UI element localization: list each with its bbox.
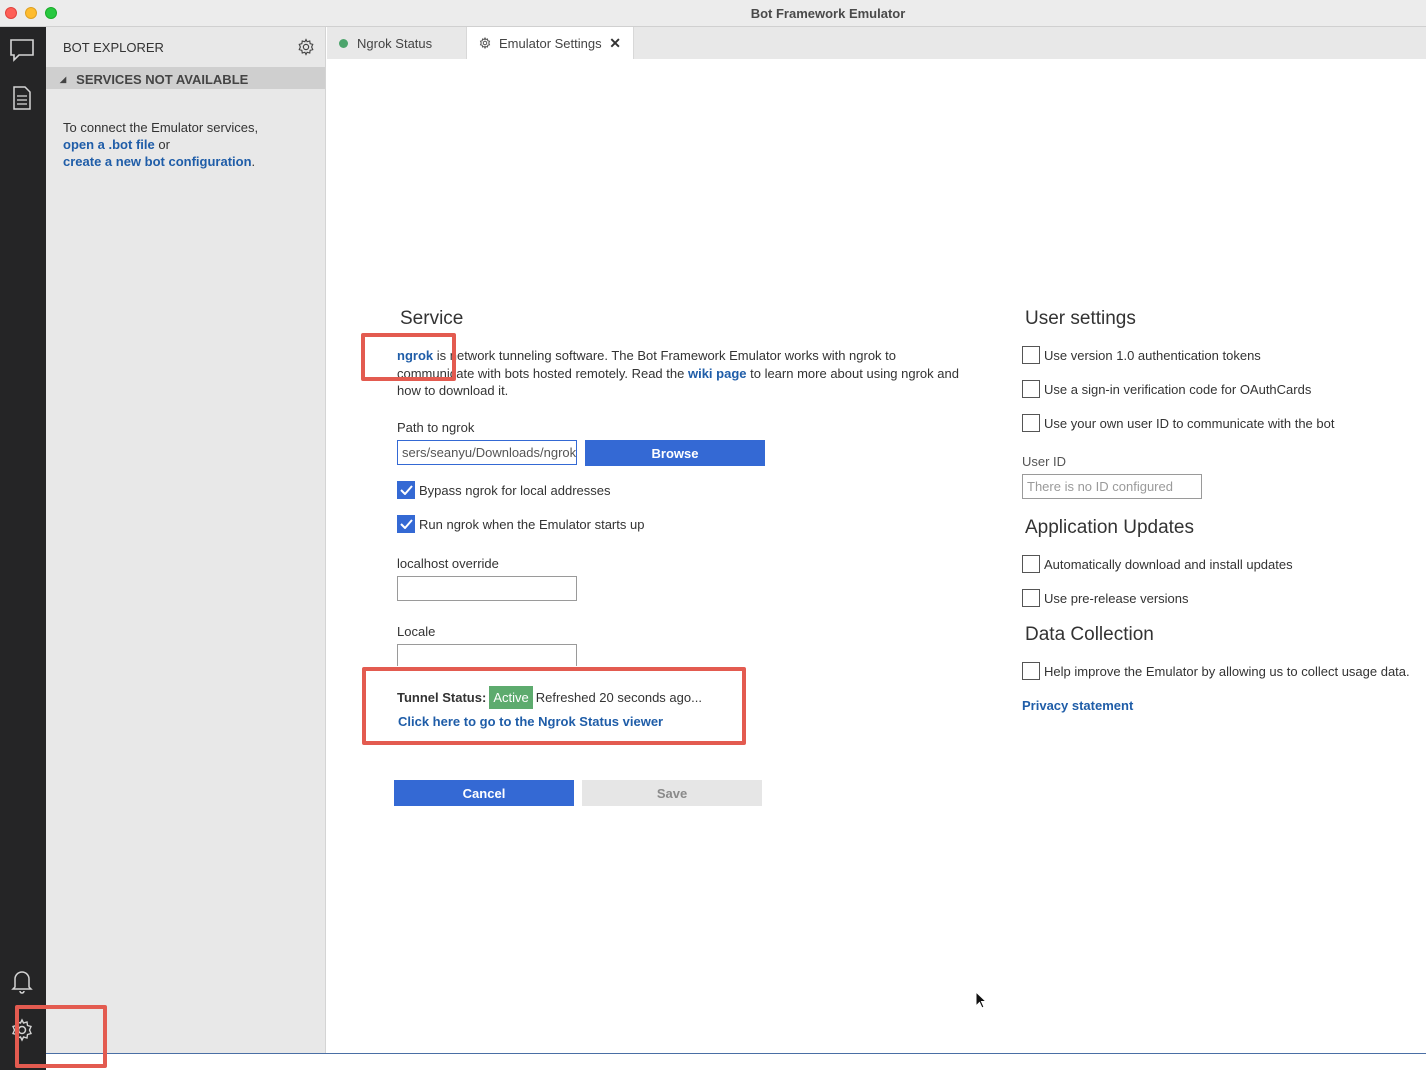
run-ngrok-checkbox[interactable]: Run ngrok when the Emulator starts up (397, 515, 644, 533)
tab-emulator-settings[interactable]: Emulator Settings ✕ (467, 27, 634, 59)
collapse-triangle-icon: ◢ (60, 75, 67, 84)
browse-button[interactable]: Browse (585, 440, 765, 466)
prerelease-label: Use pre-release versions (1044, 590, 1189, 606)
close-tab-icon[interactable]: ✕ (609, 35, 621, 52)
mouse-cursor-icon (975, 990, 988, 1014)
highlight-box-ngrok (361, 333, 456, 381)
checkbox-empty-icon (1022, 589, 1040, 607)
explorer-message: To connect the Emulator services, open a… (46, 89, 325, 170)
bypass-ngrok-checkbox[interactable]: Bypass ngrok for local addresses (397, 481, 610, 499)
run-ngrok-label: Run ngrok when the Emulator starts up (419, 516, 645, 532)
explorer-or: or (154, 137, 170, 152)
service-description: ngrok is network tunneling software. The… (397, 347, 975, 400)
title-bar: Bot Framework Emulator (0, 0, 1426, 27)
localhost-override-input[interactable] (397, 576, 577, 601)
checkbox-empty-icon (1022, 380, 1040, 398)
bell-icon[interactable] (8, 967, 36, 995)
usage-data-label: Help improve the Emulator by allowing us… (1044, 663, 1410, 679)
locale-label: Locale (397, 624, 436, 639)
updates-heading: Application Updates (1025, 517, 1194, 538)
activity-bar (0, 27, 46, 1070)
services-section-header[interactable]: ◢ SERVICES NOT AVAILABLE (46, 67, 325, 89)
user-id-input[interactable]: There is no ID configured (1022, 474, 1202, 499)
own-user-id-label: Use your own user ID to communicate with… (1044, 415, 1335, 431)
data-collection-heading: Data Collection (1025, 624, 1154, 645)
explorer-intro: To connect the Emulator services, (63, 120, 259, 135)
status-dot-icon (339, 38, 348, 48)
checkbox-checked-icon (397, 481, 415, 499)
path-label: Path to ngrok (397, 420, 475, 435)
prerelease-checkbox[interactable]: Use pre-release versions (1022, 589, 1189, 607)
user-id-label: User ID (1022, 454, 1067, 469)
locale-input[interactable] (397, 644, 577, 666)
checkbox-empty-icon (1022, 662, 1040, 680)
ngrok-path-input[interactable]: sers/seanyu/Downloads/ngrok (397, 440, 577, 465)
gear-icon (479, 37, 491, 49)
own-user-id-checkbox[interactable]: Use your own user ID to communicate with… (1022, 414, 1334, 432)
services-section-label: SERVICES NOT AVAILABLE (76, 72, 249, 87)
window-title: Bot Framework Emulator (750, 6, 906, 21)
status-bar (46, 1054, 1426, 1070)
cancel-button[interactable]: Cancel (394, 780, 574, 806)
v1-tokens-checkbox[interactable]: Use version 1.0 authentication tokens (1022, 346, 1261, 364)
user-settings-heading: User settings (1025, 308, 1136, 329)
create-bot-config-link[interactable]: create a new bot configuration (63, 154, 252, 169)
localhost-label: localhost override (397, 556, 499, 571)
checkbox-empty-icon (1022, 555, 1040, 573)
open-bot-file-link[interactable]: open a .bot file (63, 137, 155, 152)
explorer-period: . (251, 154, 256, 169)
wiki-page-link[interactable]: wiki page (688, 366, 747, 381)
tab-label: Ngrok Status (357, 35, 433, 51)
explorer-title: BOT EXPLORER (63, 40, 164, 55)
bot-explorer-panel: BOT EXPLORER ◢ SERVICES NOT AVAILABLE To… (46, 27, 326, 1054)
v1-tokens-label: Use version 1.0 authentication tokens (1044, 347, 1261, 363)
auto-update-label: Automatically download and install updat… (1044, 556, 1293, 572)
highlight-box-settings (15, 1005, 107, 1068)
explorer-settings-icon[interactable] (297, 38, 315, 59)
chat-icon[interactable] (8, 36, 36, 64)
sign-in-code-label: Use a sign-in verification code for OAut… (1044, 381, 1312, 397)
checkbox-empty-icon (1022, 346, 1040, 364)
auto-update-checkbox[interactable]: Automatically download and install updat… (1022, 555, 1293, 573)
document-icon[interactable] (8, 84, 36, 112)
privacy-statement-link[interactable]: Privacy statement (1022, 698, 1133, 713)
highlight-box-tunnel (362, 667, 746, 745)
save-button[interactable]: Save (582, 780, 762, 806)
tab-ngrok-status[interactable]: Ngrok Status (327, 27, 467, 59)
explorer-header: BOT EXPLORER (46, 27, 325, 67)
bypass-label: Bypass ngrok for local addresses (419, 482, 611, 498)
tab-bar: Ngrok Status Emulator Settings ✕ (327, 27, 1426, 59)
tab-label: Emulator Settings (499, 35, 602, 51)
service-heading: Service (400, 308, 464, 329)
checkbox-checked-icon (397, 515, 415, 533)
sign-in-code-checkbox[interactable]: Use a sign-in verification code for OAut… (1022, 380, 1311, 398)
checkbox-empty-icon (1022, 414, 1040, 432)
usage-data-checkbox[interactable]: Help improve the Emulator by allowing us… (1022, 662, 1410, 680)
